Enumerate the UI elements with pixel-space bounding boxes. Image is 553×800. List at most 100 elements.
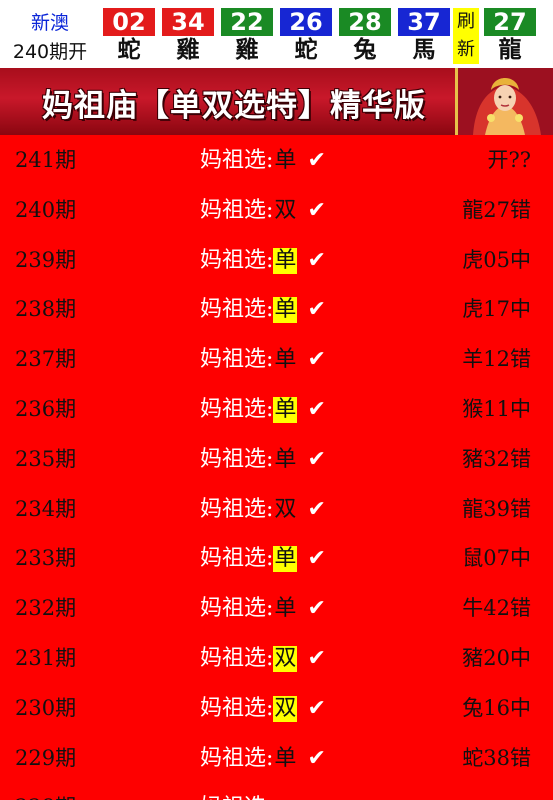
ball-zodiac: 蛇 bbox=[117, 37, 141, 63]
checkmark-icon: ✔ bbox=[307, 745, 326, 771]
ball-zodiac: 蛇 bbox=[294, 37, 318, 63]
prediction-row: 230期 妈祖选:双 ✔ 兔16中 bbox=[0, 684, 553, 734]
pick-value: 单 bbox=[273, 546, 298, 573]
row-result: 豬32错 bbox=[462, 446, 531, 471]
pick-label: 妈祖选: bbox=[200, 745, 274, 771]
number-ball: 37 馬 bbox=[396, 8, 452, 66]
refresh-label-2: 新 bbox=[457, 39, 475, 60]
row-pick: 妈祖选:双 ✔ bbox=[200, 485, 326, 535]
pick-label: 妈祖选: bbox=[200, 546, 274, 572]
pick-value: 单 bbox=[273, 297, 298, 324]
ball-zodiac: 兔 bbox=[353, 37, 377, 63]
special-number-ball: 27 龍 bbox=[482, 8, 538, 66]
row-result: 豬20中 bbox=[462, 645, 531, 670]
ball-zodiac: 馬 bbox=[412, 37, 436, 63]
row-result: 牛42错 bbox=[462, 596, 531, 621]
row-period: 232期 bbox=[15, 596, 77, 621]
pick-value: 单 bbox=[274, 745, 297, 771]
row-pick: 妈祖选: ✔ bbox=[200, 783, 304, 800]
pick-label: 妈祖选: bbox=[200, 396, 274, 422]
pick-label: 妈祖选: bbox=[200, 645, 274, 671]
row-pick: 妈祖选:单 ✔ bbox=[200, 385, 326, 435]
draw-region: 新澳 bbox=[30, 12, 69, 34]
row-period: 241期 bbox=[15, 148, 77, 172]
special-number: 27 bbox=[484, 8, 536, 36]
number-ball: 34 雞 bbox=[160, 8, 216, 66]
row-period: 234期 bbox=[15, 496, 77, 521]
prediction-row: 239期 妈祖选:单 ✔ 虎05中 bbox=[0, 236, 553, 286]
checkmark-icon: ✔ bbox=[307, 596, 326, 622]
pick-label: 妈祖选: bbox=[200, 347, 274, 373]
draw-info: 新澳 240期开 bbox=[0, 0, 100, 68]
row-result: 虎05中 bbox=[462, 247, 531, 272]
pick-value: 双 bbox=[273, 645, 298, 672]
mazu-deity-image bbox=[455, 68, 553, 135]
pick-label: 妈祖选: bbox=[200, 695, 274, 721]
row-result: 蛇38错 bbox=[462, 745, 531, 770]
checkmark-icon: ✔ bbox=[307, 645, 326, 671]
ball-number: 26 bbox=[280, 8, 332, 36]
draw-results-bar: 新澳 240期开 02 蛇 34 雞 22 雞 26 蛇 28 兔 37 馬 刷 新 27 龍 bbox=[0, 0, 553, 68]
pick-label: 妈祖选: bbox=[200, 596, 274, 622]
row-pick: 妈祖选:单 ✔ bbox=[200, 335, 326, 385]
pick-label: 妈祖选: bbox=[200, 795, 273, 800]
pick-label: 妈祖选: bbox=[200, 148, 274, 173]
pick-value: 单 bbox=[274, 148, 297, 173]
refresh-button[interactable]: 刷 新 bbox=[453, 8, 479, 64]
prediction-row: 233期 妈祖选:单 ✔ 鼠07中 bbox=[0, 534, 553, 584]
prediction-row: 237期 妈祖选:单 ✔ 羊12错 bbox=[0, 335, 553, 385]
pick-label: 妈祖选: bbox=[200, 247, 274, 273]
pick-label: 妈祖选: bbox=[200, 496, 274, 522]
prediction-row: 229期 妈祖选:单 ✔ 蛇38错 bbox=[0, 734, 553, 784]
checkmark-icon: ✔ bbox=[285, 783, 303, 800]
prediction-row: 235期 妈祖选:单 ✔ 豬32错 bbox=[0, 435, 553, 485]
number-ball: 22 雞 bbox=[219, 8, 275, 66]
checkmark-icon: ✔ bbox=[307, 496, 326, 522]
row-period: 228期 bbox=[15, 783, 76, 800]
prediction-row: 241期 妈祖选:单 ✔ 开?? bbox=[0, 136, 553, 186]
checkmark-icon: ✔ bbox=[307, 695, 326, 721]
prediction-row: 234期 妈祖选:双 ✔ 龍39错 bbox=[0, 485, 553, 535]
checkmark-icon: ✔ bbox=[307, 297, 326, 323]
number-ball: 26 蛇 bbox=[278, 8, 334, 66]
prediction-row: 236期 妈祖选:单 ✔ 猴11中 bbox=[0, 385, 553, 435]
pick-label: 妈祖选: bbox=[200, 297, 274, 323]
row-period: 236期 bbox=[15, 396, 77, 421]
row-period: 238期 bbox=[15, 297, 77, 322]
pick-value: 双 bbox=[274, 496, 297, 522]
pick-value: 双 bbox=[273, 695, 298, 722]
checkmark-icon: ✔ bbox=[307, 396, 326, 422]
ball-number: 02 bbox=[103, 8, 155, 36]
refresh-label-1: 刷 bbox=[457, 11, 475, 32]
ball-number: 22 bbox=[221, 8, 273, 36]
banner: 妈祖庙【单双选特】精华版 bbox=[0, 68, 553, 135]
prediction-row: 238期 妈祖选:单 ✔ 虎17中 bbox=[0, 285, 553, 335]
row-result: 龍27错 bbox=[462, 197, 531, 222]
row-pick: 妈祖选:单 ✔ bbox=[200, 534, 326, 584]
row-period: 233期 bbox=[15, 546, 77, 571]
special-zodiac: 龍 bbox=[498, 37, 522, 63]
pick-value: 单 bbox=[274, 446, 297, 472]
row-period: 237期 bbox=[15, 347, 77, 372]
row-pick: 妈祖选:单 ✔ bbox=[200, 285, 326, 335]
row-result: 开?? bbox=[487, 148, 531, 172]
draw-period: 240期开 bbox=[12, 41, 88, 63]
number-ball: 28 兔 bbox=[337, 8, 393, 66]
pick-value: 单 bbox=[273, 247, 298, 274]
pick-value: 单 bbox=[273, 396, 298, 423]
row-pick: 妈祖选:双 ✔ bbox=[200, 684, 326, 734]
prediction-row: 232期 妈祖选:单 ✔ 牛42错 bbox=[0, 584, 553, 634]
row-result: 鼠07中 bbox=[462, 546, 531, 571]
prediction-row: 231期 妈祖选:双 ✔ 豬20中 bbox=[0, 634, 553, 684]
pick-label: 妈祖选: bbox=[200, 197, 274, 223]
checkmark-icon: ✔ bbox=[307, 148, 326, 173]
row-result: 猴11中 bbox=[462, 396, 531, 421]
banner-title: 妈祖庙【单双选特】精华版 bbox=[42, 88, 426, 124]
row-pick: 妈祖选:双 ✔ bbox=[200, 186, 326, 236]
prediction-row: 228期妈祖选: ✔ bbox=[0, 783, 553, 800]
row-pick: 妈祖选:单 ✔ bbox=[200, 734, 326, 784]
row-pick: 妈祖选:单 ✔ bbox=[200, 136, 326, 186]
checkmark-icon: ✔ bbox=[307, 247, 326, 273]
row-period: 239期 bbox=[15, 247, 77, 272]
checkmark-icon: ✔ bbox=[307, 546, 326, 572]
